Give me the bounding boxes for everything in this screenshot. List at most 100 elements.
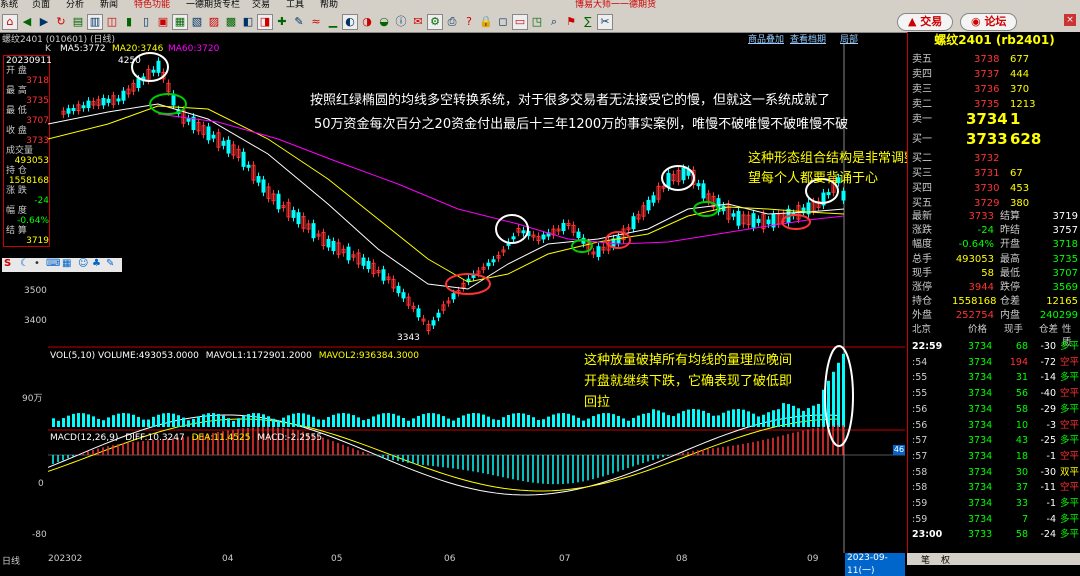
moon-icon[interactable]: ☾: [20, 258, 29, 269]
volume-bar: [592, 416, 595, 427]
ask-row[interactable]: 卖一 3734 1: [912, 112, 1078, 127]
macd-label: MACD(12,26,9): [50, 433, 119, 443]
candle-body: [256, 176, 261, 183]
menu-page[interactable]: 页面: [32, 0, 50, 11]
bid-label: 买二: [912, 153, 932, 164]
quote-icon[interactable]: ▤: [70, 14, 86, 30]
zoom-out-icon[interactable]: ◧: [240, 14, 256, 30]
tick-row: 23:00 3733 58 -24 多平: [912, 527, 1080, 543]
ask-price: 3738: [974, 54, 1000, 65]
keyboard-icon[interactable]: ⌨: [46, 258, 60, 269]
period-icon[interactable]: ▨: [206, 14, 222, 30]
window-close-icon[interactable]: ×: [1064, 14, 1076, 26]
menu-tools[interactable]: 工具: [286, 0, 304, 11]
chart-icon[interactable]: ▥: [87, 14, 103, 30]
ask-row[interactable]: 卖四 3737 444: [912, 68, 1078, 81]
menu-news[interactable]: 新闻: [100, 0, 118, 11]
zoom-in-icon[interactable]: ▩: [223, 14, 239, 30]
refresh-icon[interactable]: ↻: [53, 14, 69, 30]
window-icon[interactable]: ▭: [512, 14, 528, 30]
candle-body: [616, 236, 621, 244]
bid-row[interactable]: 买二 3732: [912, 152, 1078, 165]
person-icon[interactable]: ☺: [78, 258, 88, 269]
home-icon[interactable]: ⌂: [2, 14, 18, 30]
bid-row[interactable]: 买四 3730 453: [912, 182, 1078, 195]
lock-icon[interactable]: 🔒: [478, 14, 494, 30]
candle-body: [66, 108, 71, 114]
menu-trade[interactable]: 交易: [252, 0, 270, 11]
minute-icon[interactable]: ◫: [104, 14, 120, 30]
ask-row[interactable]: 卖五 3738 677: [912, 53, 1078, 66]
calc-icon[interactable]: ∑: [580, 14, 596, 30]
candle-body: [431, 320, 436, 326]
volume-bar: [687, 409, 690, 427]
bar-info-label: 幅 度: [6, 206, 27, 216]
news-icon[interactable]: ✉: [410, 14, 426, 30]
bid-row[interactable]: 买五 3729 380: [912, 197, 1078, 210]
wrench-icon[interactable]: ✎: [106, 258, 114, 269]
trade-button[interactable]: ▲ 交易: [897, 13, 954, 31]
menu-system[interactable]: 系统: [0, 0, 18, 11]
info-icon[interactable]: ⓘ: [393, 14, 409, 30]
kdj-icon[interactable]: ◐: [342, 14, 358, 30]
search-icon[interactable]: ⌕: [546, 14, 562, 30]
menu-help[interactable]: 帮助: [320, 0, 338, 11]
stat-value: 3733: [968, 211, 994, 222]
tab-rights[interactable]: 权: [941, 553, 950, 566]
vol-icon[interactable]: ▁: [325, 14, 341, 30]
dot-icon[interactable]: •: [34, 258, 40, 269]
grid-icon[interactable]: ▦: [172, 14, 188, 30]
volume-bar: [227, 418, 230, 427]
bar-info-label: 开 盘: [6, 66, 27, 76]
unlock-icon[interactable]: ◻: [495, 14, 511, 30]
forum-button[interactable]: ◉ 论坛: [960, 13, 1018, 31]
bid-row[interactable]: 买三 3731 67: [912, 167, 1078, 180]
f10-icon[interactable]: ▯: [138, 14, 154, 30]
split-icon[interactable]: ◳: [529, 14, 545, 30]
menu-column[interactable]: 一德期货专栏: [186, 0, 240, 11]
alert-icon[interactable]: ⚑: [563, 14, 579, 30]
tick-volume: 7: [1021, 513, 1028, 525]
cross-icon[interactable]: ◨: [257, 14, 273, 30]
tick-time: :55: [912, 372, 928, 384]
menu-analysis[interactable]: 分析: [66, 0, 84, 11]
boll-icon[interactable]: ◒: [376, 14, 392, 30]
kline-icon[interactable]: ▮: [121, 14, 137, 30]
indicator-icon[interactable]: ✎: [291, 14, 307, 30]
tool-icon[interactable]: ✂: [597, 14, 613, 30]
bid-row[interactable]: 买一 3733 628: [912, 132, 1078, 147]
volume-bar: [737, 409, 740, 427]
ask-row[interactable]: 卖三 3736 370: [912, 83, 1078, 96]
volume-bar: [242, 415, 245, 427]
ma-icon[interactable]: ≈: [308, 14, 324, 30]
volume-bar: [262, 414, 265, 427]
tick-row: :58 3734 37 -11 空平: [912, 480, 1080, 496]
list-icon[interactable]: ▧: [189, 14, 205, 30]
volume-bar: [812, 405, 815, 427]
draw-icon[interactable]: ✚: [274, 14, 290, 30]
f11-icon[interactable]: ▣: [155, 14, 171, 30]
settings-icon[interactable]: ⚙: [427, 14, 443, 30]
tab-ticks[interactable]: 笔: [921, 553, 930, 566]
volume-bar: [747, 411, 750, 427]
volume-bar: [582, 420, 585, 427]
bid-label: 买一: [912, 134, 932, 145]
menu-features[interactable]: 特色功能: [134, 0, 170, 11]
volume-bar: [602, 413, 605, 427]
forward-icon[interactable]: ▶: [36, 14, 52, 30]
volume-bar: [317, 419, 320, 427]
print-icon[interactable]: ⎙: [444, 14, 460, 30]
period-tab[interactable]: 日线: [2, 554, 20, 567]
help-icon[interactable]: ?: [461, 14, 477, 30]
s-logo-icon[interactable]: S: [4, 258, 11, 269]
rsi-icon[interactable]: ◑: [359, 14, 375, 30]
volume-bar: [462, 415, 465, 427]
volume-bar: [212, 413, 215, 427]
shirt-icon[interactable]: ♣: [92, 258, 101, 269]
volume-bar: [237, 418, 240, 427]
volume-bar: [217, 413, 220, 427]
grid-icon[interactable]: ▦: [62, 258, 71, 269]
volume-bar: [782, 403, 785, 427]
volume-bar: [712, 415, 715, 427]
back-icon[interactable]: ◀: [19, 14, 35, 30]
